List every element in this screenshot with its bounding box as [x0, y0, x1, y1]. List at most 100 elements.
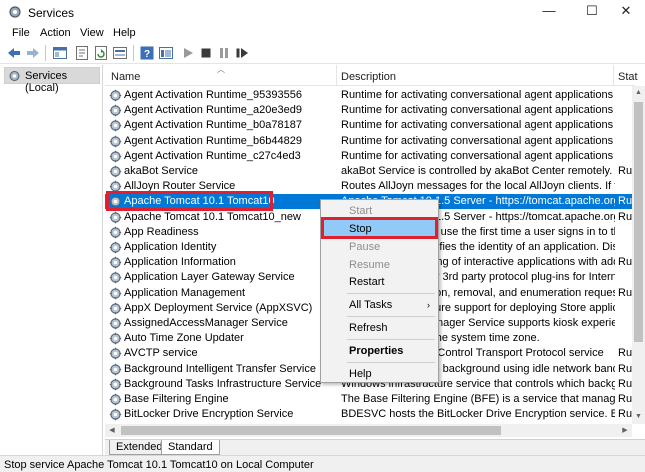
back-icon[interactable]: [6, 45, 22, 61]
tree-item-label: Services (Local): [25, 70, 68, 94]
svg-text:?: ?: [144, 49, 150, 60]
service-name: Agent Activation Runtime_b0a78187: [124, 119, 302, 132]
stop-service-icon[interactable]: [198, 45, 214, 61]
table-row[interactable]: Agent Activation Runtime_b6b44829 Runtime…: [105, 134, 635, 149]
minimize-button[interactable]: —: [530, 0, 568, 24]
window-title: Services: [28, 6, 75, 20]
menu-action[interactable]: Action: [40, 27, 71, 39]
tab-standard[interactable]: Standard: [161, 440, 220, 455]
service-description: Routes AllJoyn messages for the local Al…: [341, 180, 615, 193]
gear-icon: [109, 119, 122, 132]
menu-file[interactable]: File: [12, 27, 30, 39]
pause-service-icon[interactable]: [216, 45, 232, 61]
gear-icon: [109, 287, 122, 300]
gear-icon: [109, 104, 122, 117]
context-menu-all-tasks[interactable]: All Tasks ›: [323, 296, 436, 315]
toolbar: ?: [0, 42, 645, 64]
scroll-right-icon[interactable]: ▶: [618, 424, 632, 437]
sort-ascending-icon: ︿: [217, 65, 225, 74]
context-menu-pause[interactable]: Pause: [323, 238, 436, 257]
service-name: App Readiness: [124, 225, 199, 238]
table-row[interactable]: Agent Activation Runtime_b0a78187 Runtime…: [105, 118, 635, 133]
context-menu-separator: [347, 339, 435, 340]
column-header-status[interactable]: Stat: [618, 71, 638, 83]
service-name: Application Information: [124, 256, 236, 269]
maximize-button[interactable]: ☐: [573, 0, 611, 24]
status-bar: Stop service Apache Tomcat 10.1 Tomcat10…: [0, 455, 645, 472]
column-divider[interactable]: [336, 65, 337, 86]
gear-icon: [109, 135, 122, 148]
close-button[interactable]: ✕: [607, 0, 645, 24]
table-row[interactable]: AllJoyn Router Service Routes AllJoyn mes…: [105, 179, 635, 194]
scroll-up-icon[interactable]: ▲: [632, 86, 645, 100]
vertical-scroll-thumb[interactable]: [634, 102, 643, 342]
help-icon[interactable]: ?: [139, 45, 155, 61]
menu-help[interactable]: Help: [113, 27, 136, 39]
tree-item-services-local[interactable]: Services (Local): [4, 67, 100, 94]
service-name: BitLocker Drive Encryption Service: [124, 408, 294, 421]
service-name: AppX Deployment Service (AppXSVC): [124, 301, 313, 314]
column-header-name[interactable]: Name: [111, 71, 140, 83]
gear-icon: [109, 195, 122, 208]
gear-icon: [109, 256, 122, 269]
context-menu-separator: [347, 293, 435, 294]
service-description: Runtime for activating conversational ag…: [341, 104, 614, 117]
view-tabs: Extended Standard: [105, 439, 645, 455]
menu-bar: File Action View Help: [0, 24, 645, 42]
restart-service-icon[interactable]: [234, 45, 250, 61]
vertical-scrollbar[interactable]: ▲ ▼: [632, 86, 645, 424]
service-name: akaBot Service: [124, 165, 198, 177]
horizontal-scroll-thumb[interactable]: [121, 426, 501, 435]
view-icon[interactable]: [158, 45, 174, 61]
gear-icon: [109, 226, 122, 239]
start-service-icon[interactable]: [180, 45, 196, 61]
gear-icon: [109, 211, 122, 224]
service-name: Apache Tomcat 10.1 Tomcat10_new: [124, 210, 301, 223]
gear-icon: [9, 71, 20, 81]
table-row[interactable]: Base Filtering Engine The Base Filtering …: [105, 392, 638, 407]
table-row[interactable]: Agent Activation Runtime_95393556 Runtime…: [105, 88, 635, 103]
gear-icon: [109, 317, 122, 330]
gear-icon: [109, 332, 122, 345]
service-name: Application Identity: [124, 241, 217, 253]
gear-icon: [109, 378, 122, 391]
horizontal-scrollbar[interactable]: ◀ ▶: [105, 424, 632, 437]
gear-icon: [109, 180, 122, 193]
properties-sheet-icon[interactable]: [74, 45, 90, 61]
service-name: Agent Activation Runtime_a20e3ed9: [124, 104, 302, 117]
toolbar-separator: [45, 45, 46, 61]
column-divider[interactable]: [613, 65, 614, 86]
gear-icon: [109, 271, 122, 284]
refresh-icon[interactable]: [93, 45, 109, 61]
scroll-down-icon[interactable]: ▼: [632, 410, 645, 424]
context-menu-refresh[interactable]: Refresh: [323, 319, 436, 338]
menu-view[interactable]: View: [80, 27, 104, 39]
service-name: Application Layer Gateway Service: [124, 271, 295, 284]
table-row[interactable]: Agent Activation Runtime_a20e3ed9 Runtime…: [105, 103, 635, 118]
gear-icon: [109, 241, 122, 254]
column-header-description[interactable]: Description: [341, 71, 396, 83]
table-row[interactable]: Agent Activation Runtime_c27c4ed3 Runtime…: [105, 149, 635, 164]
service-name: Agent Activation Runtime_b6b44829: [124, 134, 302, 147]
console-tree-icon[interactable]: [52, 45, 68, 61]
scroll-left-icon[interactable]: ◀: [105, 424, 119, 437]
gear-icon: [109, 363, 122, 376]
context-menu-properties[interactable]: Properties: [323, 342, 436, 361]
title-bar: Services — ☐ ✕: [0, 0, 645, 24]
service-name: Agent Activation Runtime_95393556: [124, 89, 302, 101]
service-description: The Base Filtering Engine (BFE) is a ser…: [341, 393, 615, 405]
context-menu-start[interactable]: Start: [323, 202, 436, 221]
table-row[interactable]: akaBot Service akaBot Service is controll…: [105, 164, 638, 179]
table-row[interactable]: BitLocker Drive Encryption Service BDESVC…: [105, 407, 638, 422]
service-description: Runtime for activating conversational ag…: [341, 134, 614, 147]
context-menu-stop[interactable]: Stop: [323, 220, 436, 239]
service-description: BDESVC hosts the BitLocker Drive Encrypt…: [341, 408, 615, 421]
export-list-icon[interactable]: [112, 45, 128, 61]
forward-icon[interactable]: [25, 45, 41, 61]
gear-icon: [109, 165, 122, 178]
service-name: AssignedAccessManager Service: [124, 317, 288, 329]
context-menu-help[interactable]: Help: [323, 365, 436, 384]
gear-icon: [109, 393, 122, 406]
context-menu-restart[interactable]: Restart: [323, 273, 436, 292]
toolbar-separator: [133, 45, 134, 61]
